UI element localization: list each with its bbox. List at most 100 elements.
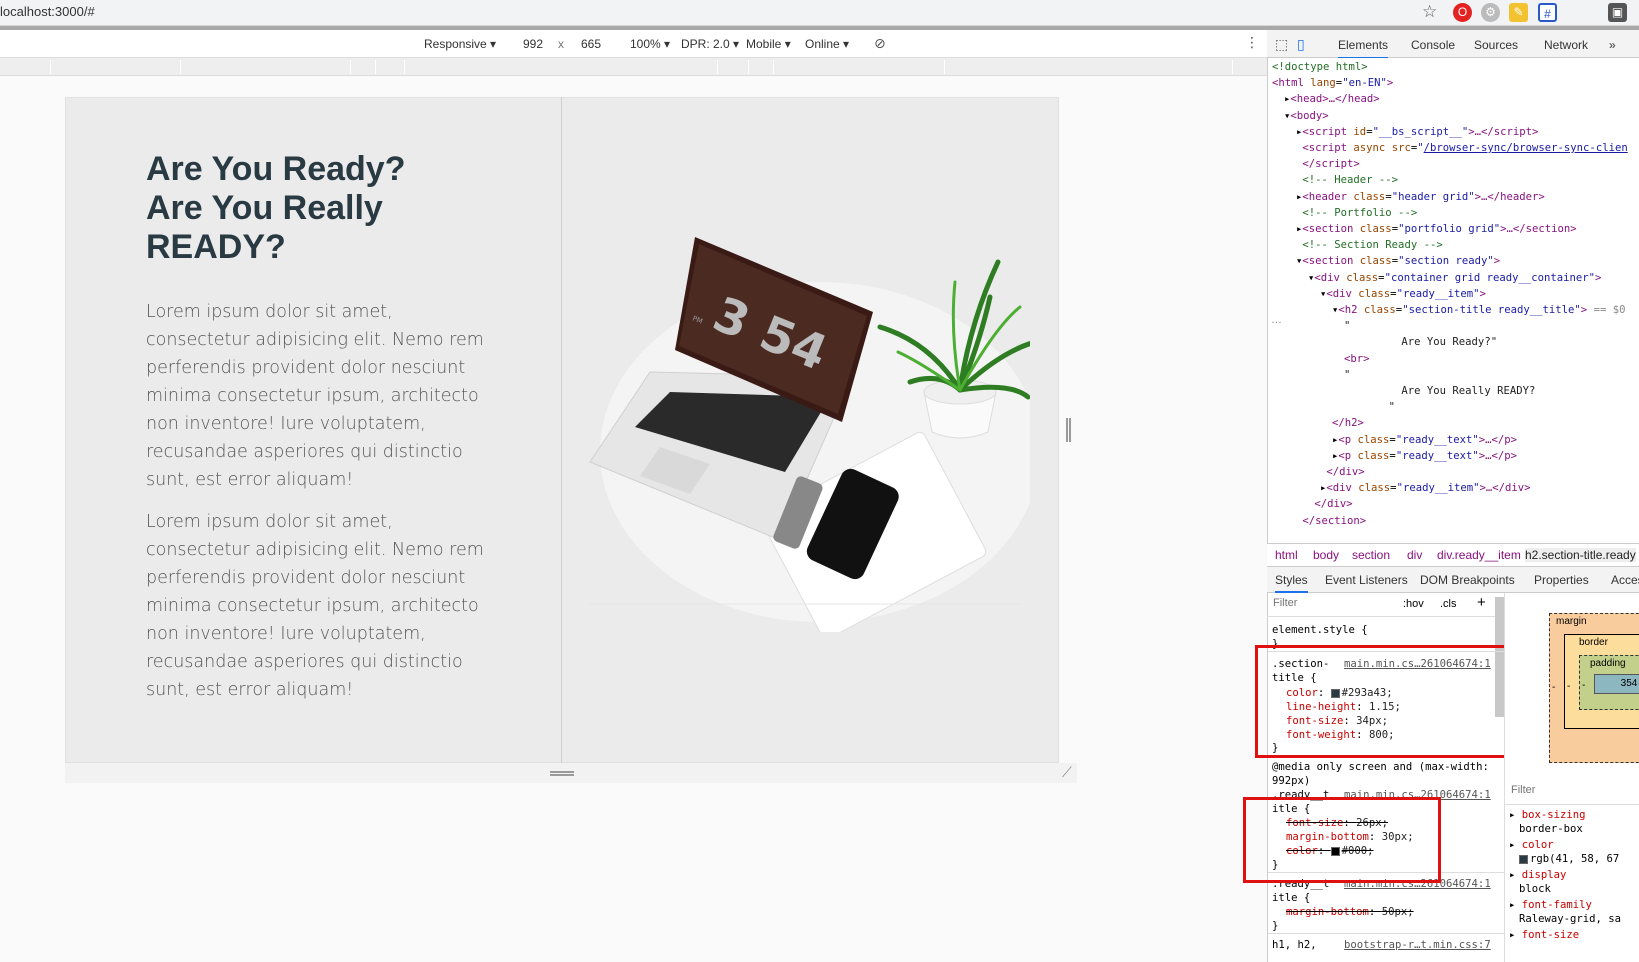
dom-node-line[interactable]: ▾<body>	[1284, 109, 1329, 123]
dom-node-line[interactable]: ▸<header class="header grid">…</header>	[1296, 190, 1545, 204]
extension-pencil-icon[interactable]: ✎	[1509, 3, 1528, 22]
crumb-div-ready-item[interactable]: div.ready__item	[1437, 548, 1521, 562]
dom-node-line[interactable]: <!-- Header -->	[1296, 173, 1398, 187]
dom-node-line[interactable]: ▸<head>…</head>	[1284, 92, 1380, 106]
inspect-element-icon[interactable]: ⬚	[1275, 36, 1288, 53]
dom-node-line[interactable]: </script>	[1296, 157, 1359, 171]
dom-node-line[interactable]: ▸<p class="ready__text">…</p>	[1332, 433, 1517, 447]
computed-prop-font-family[interactable]: ▸ font-family	[1509, 898, 1592, 912]
tab-styles[interactable]: Styles	[1275, 573, 1308, 593]
column-divider	[561, 97, 562, 763]
viewport-height-input[interactable]: 665	[581, 37, 601, 51]
computed-prop-color[interactable]: ▸ color	[1509, 838, 1554, 852]
ready-text-1: Lorem ipsum dolor sit amet, consectetur …	[146, 302, 484, 490]
computed-prop-display[interactable]: ▸ display	[1509, 868, 1566, 882]
computed-prop-font-size[interactable]: ▸ font-size	[1509, 928, 1579, 942]
tab-accessibility[interactable]: Acces	[1611, 573, 1639, 587]
bookmark-star-icon[interactable]: ☆	[1422, 2, 1437, 22]
dom-node-line[interactable]: <!-- Section Ready -->	[1296, 238, 1442, 252]
extension-grid-icon[interactable]: #	[1538, 3, 1557, 22]
css-property-margin-bottom[interactable]: margin-bottom: 50px;	[1286, 905, 1414, 919]
cls-toggle[interactable]: .cls	[1440, 598, 1457, 610]
device-toolbar: Responsive ▾ 992 x 665 100% ▾ DPR: 2.0 ▾…	[0, 30, 1267, 58]
crumb-h2[interactable]: h2.section-title.ready	[1525, 548, 1636, 562]
device-mode-select[interactable]: Responsive ▾	[424, 37, 496, 51]
dom-node-line[interactable]: "	[1344, 319, 1350, 333]
crumb-div[interactable]: div	[1407, 548, 1422, 562]
content-size: 354	[1594, 674, 1639, 694]
resize-corner-icon[interactable]: ⟋	[1062, 764, 1072, 781]
dom-node-line[interactable]: Are You Really READY?	[1344, 384, 1535, 398]
computed-value: block	[1519, 883, 1551, 895]
styles-subtabs: Styles Event Listeners DOM Breakpoints P…	[1267, 567, 1639, 593]
crumb-body[interactable]: body	[1313, 548, 1339, 562]
dpr-select[interactable]: DPR: 2.0 ▾	[681, 37, 739, 51]
dom-node-line[interactable]: <script async src="/browser-sync/browser…	[1296, 141, 1627, 155]
media-query-ruler[interactable]	[0, 58, 1267, 76]
url-field[interactable]: localhost:3000/#	[0, 4, 95, 19]
address-bar: localhost:3000/# ☆ O ⚙ ✎ # ▣	[0, 0, 1639, 26]
viewport-width-input[interactable]: 992	[523, 37, 543, 51]
extension-box-icon[interactable]: ▣	[1608, 3, 1627, 22]
dom-node-line[interactable]: ▸<p class="ready__text">…</p>	[1332, 449, 1517, 463]
tab-console[interactable]: Console	[1411, 38, 1455, 52]
hov-toggle[interactable]: :hov	[1403, 598, 1424, 610]
dom-node-line[interactable]: ▸<div class="ready__item">…</div>	[1320, 481, 1531, 495]
tab-network[interactable]: Network	[1544, 38, 1588, 52]
more-options-icon[interactable]: ⋮	[1245, 34, 1259, 51]
dom-node-line[interactable]: </h2>	[1332, 416, 1364, 430]
dom-node-line[interactable]: ▾<div class="ready__item">	[1320, 287, 1486, 301]
dom-node-line[interactable]: "	[1344, 400, 1395, 414]
dom-node-line[interactable]: </div>	[1320, 465, 1364, 479]
dom-node-line[interactable]: </section>	[1296, 514, 1366, 528]
box-model-diagram: margin - border - padding - 354	[1504, 593, 1639, 778]
dom-node-line[interactable]: ▸<script id="__bs_script__">…</script>	[1296, 125, 1538, 139]
devtools-tabbar: ⬚ ▯ Elements Console Sources Network »	[1267, 30, 1639, 59]
ready-text-2: Lorem ipsum dolor sit amet, consectetur …	[146, 512, 484, 700]
computed-filter-input[interactable]	[1511, 784, 1631, 796]
dom-node-line[interactable]: ▾<div class="container grid ready__conta…	[1308, 271, 1601, 285]
zoom-select[interactable]: 100% ▾	[630, 37, 670, 51]
dom-node-line[interactable]: <html lang="en-EN">	[1272, 76, 1393, 90]
tab-elements[interactable]: Elements	[1338, 38, 1389, 59]
new-rule-button[interactable]: +	[1477, 594, 1486, 611]
dom-node-line[interactable]: "	[1344, 368, 1350, 382]
tab-properties[interactable]: Properties	[1534, 573, 1589, 587]
tab-event-listeners[interactable]: Event Listeners	[1325, 573, 1408, 587]
dimension-separator: x	[558, 37, 564, 51]
crumb-section[interactable]: section	[1352, 548, 1390, 562]
dom-node-line[interactable]: ▸<section class="portfolio grid">…</sect…	[1296, 222, 1577, 236]
computed-pane: ▸ box-sizingborder-box ▸ colorrgb(41, 58,…	[1504, 778, 1639, 962]
dom-node-line[interactable]: Are You Ready?"	[1344, 335, 1497, 349]
computed-prop-box-sizing[interactable]: ▸ box-sizing	[1509, 808, 1586, 822]
opera-extension-icon[interactable]: O	[1453, 3, 1472, 22]
network-throttle-select[interactable]: Online ▾	[805, 37, 849, 51]
tab-sources[interactable]: Sources	[1474, 38, 1518, 52]
extension-gear-icon[interactable]: ⚙	[1481, 3, 1500, 22]
breadcrumb: html body section div div.ready__item h2…	[1267, 543, 1639, 567]
dom-node-line[interactable]: <br>	[1344, 352, 1370, 366]
tab-dom-breakpoints[interactable]: DOM Breakpoints	[1420, 573, 1515, 587]
dom-node-line[interactable]: ▾<section class="section ready">	[1296, 254, 1500, 268]
crumb-html[interactable]: html	[1275, 548, 1298, 562]
element-style-rule: element.style {	[1272, 624, 1368, 636]
resize-handle-right[interactable]	[1066, 418, 1071, 442]
more-tabs-icon[interactable]: »	[1609, 38, 1616, 52]
computed-value: Raleway-grid, sa	[1519, 913, 1622, 925]
styles-filter-input[interactable]	[1273, 597, 1393, 609]
elements-tree[interactable]: <!doctype html> <html lang="en-EN"> ▸<head…	[1268, 58, 1639, 542]
dom-node-line[interactable]: <!doctype html>	[1272, 60, 1368, 74]
border-label: border	[1579, 637, 1608, 648]
rule4-source-link[interactable]: bootstrap-r…t.min.css:7	[1344, 938, 1491, 952]
section-title: Are You Ready? Are You Really READY?	[146, 150, 406, 266]
dom-node-line[interactable]: </div>	[1308, 497, 1352, 511]
rotate-icon[interactable]: ⊘	[874, 35, 886, 52]
resize-handle-bottom[interactable]	[550, 771, 574, 776]
node-ellipsis-icon[interactable]: …	[1271, 314, 1282, 326]
device-type-select[interactable]: Mobile ▾	[746, 37, 791, 51]
dom-node-line[interactable]: ▾<h2 class="section-title ready__title">…	[1332, 303, 1625, 317]
highlight-box-ready-title	[1243, 797, 1441, 883]
dom-node-line[interactable]: <!-- Portfolio -->	[1296, 206, 1417, 220]
margin-label: margin	[1556, 616, 1587, 627]
device-toggle-icon[interactable]: ▯	[1297, 36, 1305, 53]
